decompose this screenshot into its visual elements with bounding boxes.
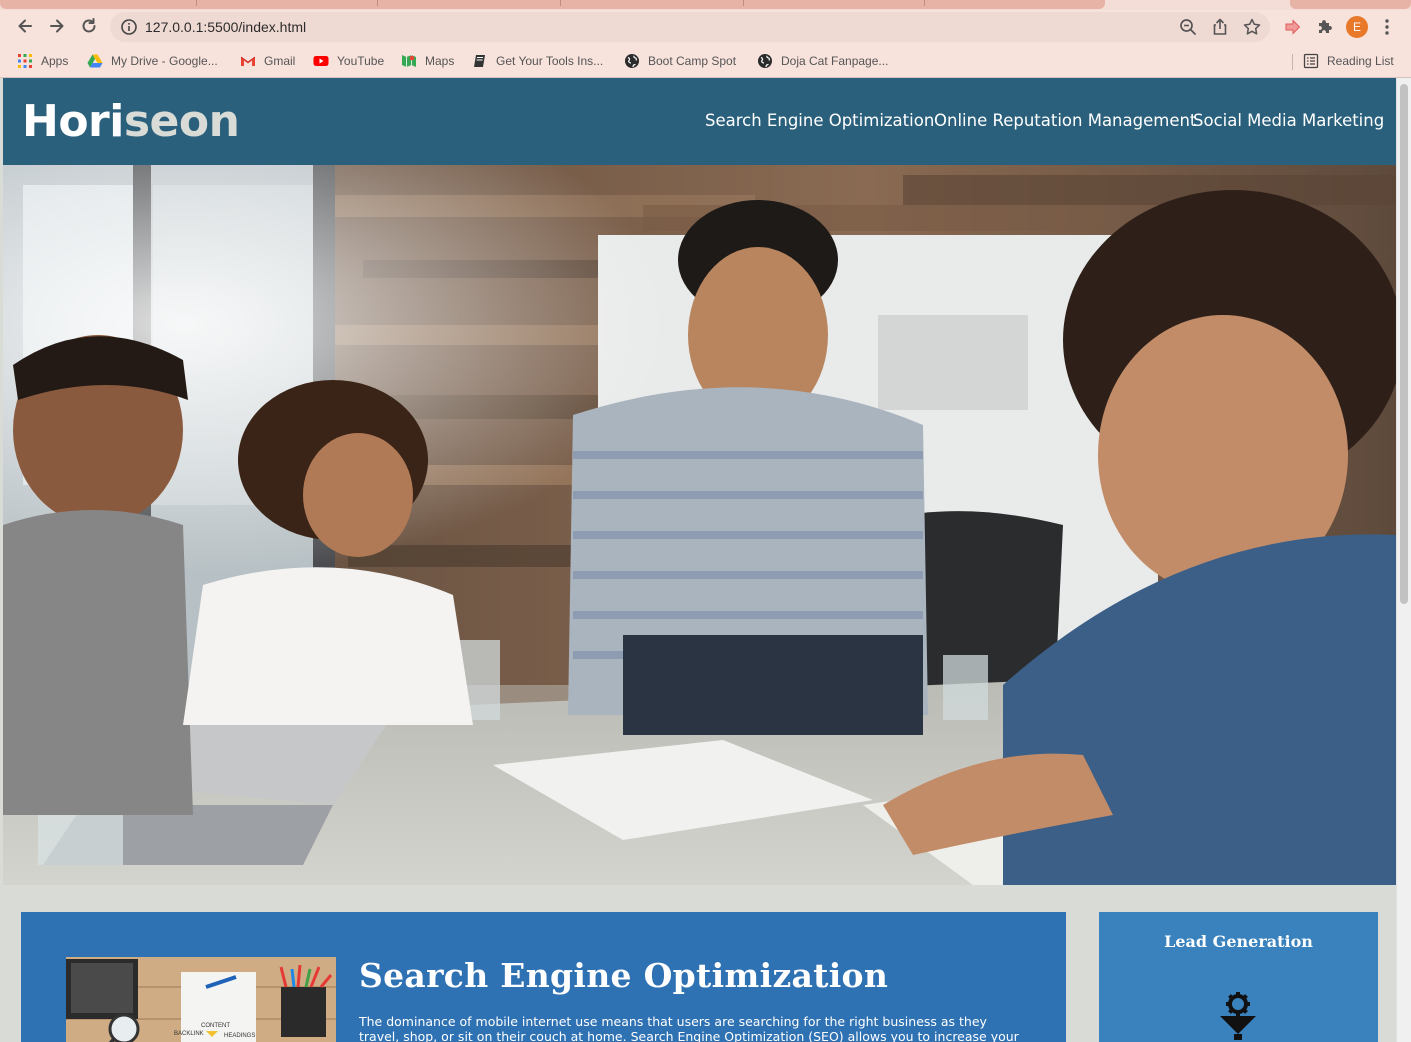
youtube-icon: [313, 53, 329, 69]
bookmark-apps[interactable]: Apps: [17, 52, 68, 70]
nav-link-reputation[interactable]: Online Reputation Management: [934, 111, 1196, 130]
seo-section: CONTENT BACKLINK HEADINGS Search Engine …: [21, 912, 1066, 1042]
bookmark-label: YouTube: [337, 54, 385, 68]
bookmark-label: Gmail: [264, 54, 296, 68]
kebab-menu-icon[interactable]: [1380, 16, 1394, 38]
gmail-icon: [240, 53, 256, 69]
browser-tab[interactable]: [1290, 0, 1411, 9]
bookmark-label: Maps: [425, 54, 455, 68]
hero-illustration: [3, 165, 1396, 885]
bookmarks-divider: [1292, 54, 1293, 70]
bookmark-youtube[interactable]: YouTube: [313, 52, 384, 70]
reload-icon[interactable]: [75, 12, 103, 40]
bookmark-label: My Drive - Google...: [111, 54, 218, 68]
puzzle-icon[interactable]: [1314, 16, 1336, 38]
google-drive-icon: [87, 53, 103, 69]
star-icon[interactable]: [1242, 17, 1262, 37]
logo-text-main: Hori: [22, 96, 124, 147]
address-bar[interactable]: 127.0.0.1:5500/index.html: [110, 12, 1270, 42]
bookmark-gmail[interactable]: Gmail: [240, 52, 295, 70]
bookmark-boot-camp-spot[interactable]: Boot Camp Spot: [624, 52, 736, 70]
tab-separator: [743, 0, 744, 6]
lead-generation-card: Lead Generation: [1099, 912, 1378, 1042]
reading-list-icon: [1303, 53, 1319, 69]
browser-chrome: 127.0.0.1:5500/index.html E Apps My Driv…: [0, 0, 1411, 78]
thumb-headings-text: HEADINGS: [224, 1033, 255, 1039]
thumb-content-text: CONTENT: [201, 1023, 230, 1029]
reading-list-label: Reading List: [1327, 54, 1394, 68]
tab-separator: [196, 0, 197, 6]
tab-separator: [924, 0, 925, 6]
bookmark-my-drive[interactable]: My Drive - Google...: [87, 52, 218, 70]
maps-icon: [401, 53, 417, 69]
browser-tab[interactable]: [0, 0, 1105, 9]
zoom-icon[interactable]: [1178, 17, 1198, 37]
apps-grid-icon: [17, 53, 33, 69]
site-header: Horiseon Search Engine Optimization Onli…: [3, 78, 1396, 165]
back-arrow-icon[interactable]: [11, 12, 39, 40]
logo-text-accent: seon: [123, 96, 240, 147]
seo-thumbnail-illustration: CONTENT BACKLINK HEADINGS: [66, 957, 336, 1042]
bookmarks-bar: Apps My Drive - Google... Gmail YouTube …: [0, 48, 1411, 74]
bookmark-label: Get Your Tools Ins...: [496, 54, 604, 68]
tab-separator: [560, 0, 561, 6]
seo-section-body: The dominance of mobile internet use mea…: [359, 1014, 1019, 1042]
forward-arrow-icon[interactable]: [43, 12, 71, 40]
seo-section-title: Search Engine Optimization: [359, 956, 889, 995]
bookmark-label: Boot Camp Spot: [648, 54, 737, 68]
profile-avatar[interactable]: E: [1346, 16, 1368, 38]
bookmark-doja-cat-fanpage[interactable]: Doja Cat Fanpage...: [757, 52, 888, 70]
reading-list-button[interactable]: Reading List: [1303, 52, 1394, 70]
globe-icon: [624, 53, 640, 69]
bookmark-label: Doja Cat Fanpage...: [781, 54, 889, 68]
book-icon: [472, 53, 488, 69]
tab-separator: [377, 0, 378, 6]
globe-icon: [757, 53, 773, 69]
site-logo[interactable]: Horiseon: [22, 96, 240, 147]
seo-thumbnail-image: CONTENT BACKLINK HEADINGS: [66, 957, 336, 1042]
extension-arrow-icon[interactable]: [1282, 16, 1304, 38]
tab-strip: [0, 0, 1411, 10]
browser-toolbar: 127.0.0.1:5500/index.html E: [0, 10, 1411, 46]
page-scrollbar[interactable]: [1396, 78, 1411, 1042]
nav-link-social-media[interactable]: Social Media Marketing: [1193, 111, 1384, 130]
bookmark-maps[interactable]: Maps: [401, 52, 454, 70]
url-text[interactable]: 127.0.0.1:5500/index.html: [145, 19, 306, 35]
share-icon[interactable]: [1210, 17, 1230, 37]
bookmark-label: Apps: [41, 54, 69, 68]
thumb-backlink-text: BACKLINK: [174, 1031, 204, 1037]
info-icon[interactable]: [120, 18, 138, 36]
hero-image: [3, 165, 1396, 885]
bookmark-get-your-tools[interactable]: Get Your Tools Ins...: [472, 52, 603, 70]
lead-generation-title: Lead Generation: [1164, 932, 1313, 951]
web-page: Horiseon Search Engine Optimization Onli…: [3, 78, 1396, 1042]
lead-generation-icon: [1214, 990, 1262, 1042]
scrollbar-thumb[interactable]: [1400, 84, 1408, 604]
nav-link-seo[interactable]: Search Engine Optimization: [705, 111, 934, 130]
